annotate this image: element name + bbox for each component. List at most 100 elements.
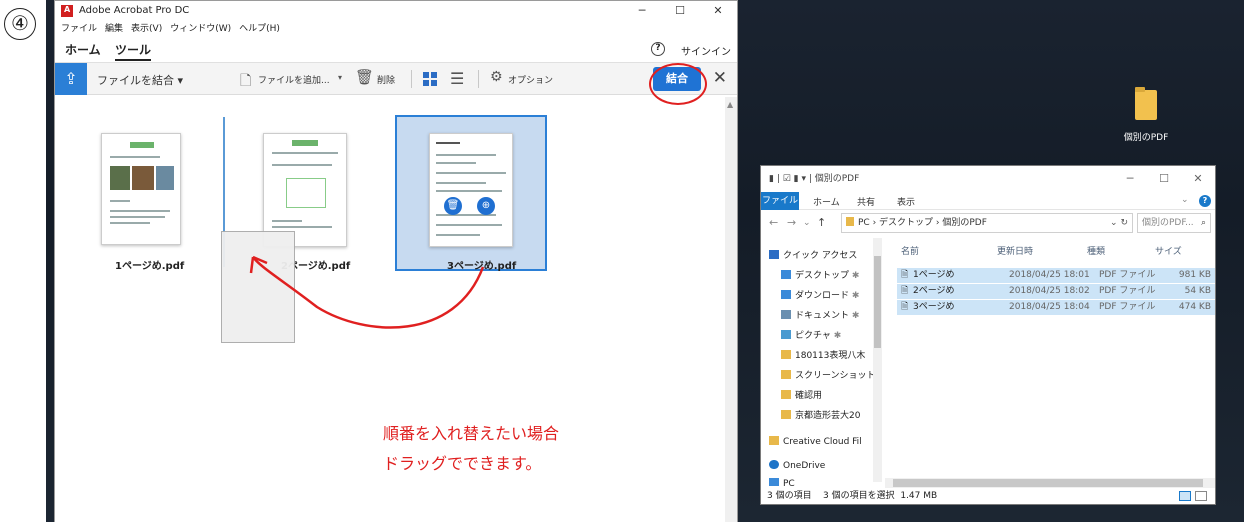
forward-arrow-icon[interactable]: →: [787, 216, 796, 229]
address-bar[interactable]: PC › デスクトップ › 個別のPDF ⌄ ↻: [841, 213, 1133, 233]
menu-help[interactable]: ヘルプ(H): [239, 21, 280, 37]
add-file-icon[interactable]: 🗋: [240, 70, 251, 94]
nav-item-documents[interactable]: ドキュメント ✱: [781, 306, 859, 326]
search-icon: ⌕: [1200, 218, 1206, 228]
details-view-icon[interactable]: [1179, 491, 1191, 501]
nav-item-onedrive[interactable]: OneDrive: [769, 456, 825, 476]
file-date: 2018/04/25 18:01: [1009, 270, 1090, 280]
file-type: PDF ファイル: [1099, 270, 1156, 280]
column-header-size[interactable]: サイズ: [1155, 244, 1182, 257]
vertical-scrollbar[interactable]: ▲: [725, 97, 737, 522]
cloud-icon: [769, 460, 779, 469]
add-file-button[interactable]: ファイルを追加...: [258, 73, 330, 86]
folder-icon: [781, 410, 791, 419]
close-window-button[interactable]: ✕: [1181, 166, 1215, 192]
nav-item-folder[interactable]: スクリーンショット: [781, 366, 876, 386]
nav-label: OneDrive: [783, 461, 826, 471]
nav-item-pictures[interactable]: ピクチャ ✱: [781, 326, 841, 346]
nav-item-quick-access[interactable]: クイック アクセス: [769, 246, 857, 266]
grid-view-icon[interactable]: [423, 72, 437, 86]
navigation-scrollbar[interactable]: [873, 238, 882, 482]
nav-label: 京都造形芸大20: [795, 411, 861, 421]
help-icon[interactable]: ?: [651, 42, 665, 56]
pin-icon: ✱: [833, 331, 842, 341]
address-row: ← → ⌄ ↑ PC › デスクトップ › 個別のPDF ⌄ ↻ 個別のPDF.…: [761, 210, 1215, 236]
chevron-down-icon[interactable]: ⌄: [1181, 195, 1189, 205]
toolbar-divider: [411, 70, 412, 88]
explorer-title-bar: ▮ | ☑ ▮ ▾ | 個別のPDF ─ ☐ ✕: [761, 166, 1215, 192]
ribbon-tab-view[interactable]: 表示: [897, 195, 915, 208]
options-button[interactable]: オプション: [508, 73, 553, 86]
large-icons-view-icon[interactable]: [1195, 491, 1207, 501]
signin-link[interactable]: サインイン: [681, 43, 731, 58]
nav-label: ダウンロード: [795, 291, 850, 301]
minimize-button[interactable]: ─: [1113, 166, 1147, 192]
acrobat-window: Adobe Acrobat Pro DC ─ ☐ ✕ ファイル 編集 表示(V)…: [54, 0, 738, 522]
horizontal-scrollbar[interactable]: [885, 478, 1215, 488]
nav-label: デスクトップ: [795, 271, 850, 281]
menu-file[interactable]: ファイル: [61, 21, 97, 37]
minimize-button[interactable]: ─: [623, 1, 661, 21]
combine-tool-icon[interactable]: ⇪: [55, 63, 87, 95]
file-size: 54 KB: [1184, 286, 1211, 296]
file-row[interactable]: 🗎 3ページめ 2018/04/25 18:04 PDF ファイル 474 KB: [897, 300, 1215, 315]
nav-label: 確認用: [795, 391, 823, 401]
nav-item-folder[interactable]: 京都造形芸大20: [781, 406, 860, 426]
column-header-name[interactable]: 名前: [901, 244, 919, 257]
folder-icon: [781, 370, 791, 379]
column-header-date[interactable]: 更新日時: [997, 244, 1033, 257]
explorer-window: ▮ | ☑ ▮ ▾ | 個別のPDF ─ ☐ ✕ ファイル ホーム 共有 表示 …: [760, 165, 1216, 505]
annotation-text: 順番を入れ替えたい場合 ドラッグでできます。: [383, 419, 559, 479]
nav-item-desktop[interactable]: デスクトップ ✱: [781, 266, 859, 286]
folder-icon: [781, 350, 791, 359]
ribbon-tab-share[interactable]: 共有: [857, 195, 875, 208]
ribbon-tab-home[interactable]: ホーム: [813, 195, 840, 208]
menu-view[interactable]: 表示(V): [131, 21, 162, 37]
nav-item-folder[interactable]: 確認用: [781, 386, 822, 406]
step-number: ④: [4, 8, 36, 40]
menu-window[interactable]: ウィンドウ(W): [170, 21, 231, 37]
pdf-file-icon: 🗎: [901, 286, 909, 296]
nav-item-creative-cloud[interactable]: Creative Cloud Fil: [769, 432, 862, 452]
refresh-icon[interactable]: ⌄ ↻: [1110, 214, 1128, 232]
file-row[interactable]: 🗎 1ページめ 2018/04/25 18:01 PDF ファイル 981 KB: [897, 268, 1215, 283]
nav-item-folder[interactable]: 180113表現八木: [781, 346, 865, 366]
document-icon: [781, 310, 791, 319]
close-window-button[interactable]: ✕: [699, 1, 737, 21]
file-row[interactable]: 🗎 2ページめ 2018/04/25 18:02 PDF ファイル 54 KB: [897, 284, 1215, 299]
pdf-file-icon: 🗎: [901, 270, 909, 280]
gear-icon[interactable]: ⚙: [490, 69, 503, 85]
combine-files-dropdown[interactable]: ファイルを結合 ▾: [97, 72, 183, 88]
menu-bar: ファイル 編集 表示(V) ウィンドウ(W) ヘルプ(H): [55, 21, 737, 37]
menu-edit[interactable]: 編集: [105, 21, 123, 37]
search-input[interactable]: 個別のPDF... ⌕: [1137, 213, 1211, 233]
column-header-type[interactable]: 種類: [1087, 244, 1105, 257]
explorer-ribbon: ファイル ホーム 共有 表示 ⌄ ?: [761, 192, 1215, 210]
chevron-down-icon[interactable]: ▾: [338, 73, 342, 82]
file-size: 474 KB: [1178, 302, 1211, 312]
nav-item-downloads[interactable]: ダウンロード ✱: [781, 286, 859, 306]
maximize-button[interactable]: ☐: [661, 1, 699, 21]
list-view-icon[interactable]: ☰: [450, 69, 464, 88]
close-tool-icon[interactable]: ✕: [713, 68, 727, 88]
recent-dropdown-icon[interactable]: ⌄: [803, 218, 811, 228]
desktop-folder-icon[interactable]: 個別のPDF: [1106, 87, 1186, 143]
nav-label: ピクチャ: [795, 331, 831, 341]
nav-item-pc[interactable]: PC: [769, 478, 795, 486]
nav-label: スクリーンショット: [795, 371, 876, 381]
delete-button[interactable]: 削除: [377, 73, 395, 86]
navigation-pane: クイック アクセス デスクトップ ✱ ダウンロード ✱ ドキュメント ✱ ピクチ…: [761, 238, 883, 486]
help-icon[interactable]: ?: [1199, 195, 1211, 207]
top-tabs: ホーム ツール ? サインイン: [55, 37, 737, 63]
page-thumbnail-area: 1ページめ.pdf 2ページめ.pdf 🗑 ⊕ 3ページめ.pdf 順番を入れ替…: [55, 97, 725, 522]
combine-button[interactable]: 結合: [653, 67, 701, 91]
up-arrow-icon[interactable]: ↑: [817, 216, 826, 229]
ribbon-tab-file[interactable]: ファイル: [761, 192, 799, 210]
tab-home[interactable]: ホーム: [65, 41, 101, 58]
file-type: PDF ファイル: [1099, 286, 1156, 296]
trash-icon[interactable]: 🗑: [355, 68, 374, 86]
maximize-button[interactable]: ☐: [1147, 166, 1181, 192]
back-arrow-icon[interactable]: ←: [769, 216, 778, 229]
folder-icon: [769, 436, 779, 445]
tab-tools[interactable]: ツール: [115, 41, 152, 61]
